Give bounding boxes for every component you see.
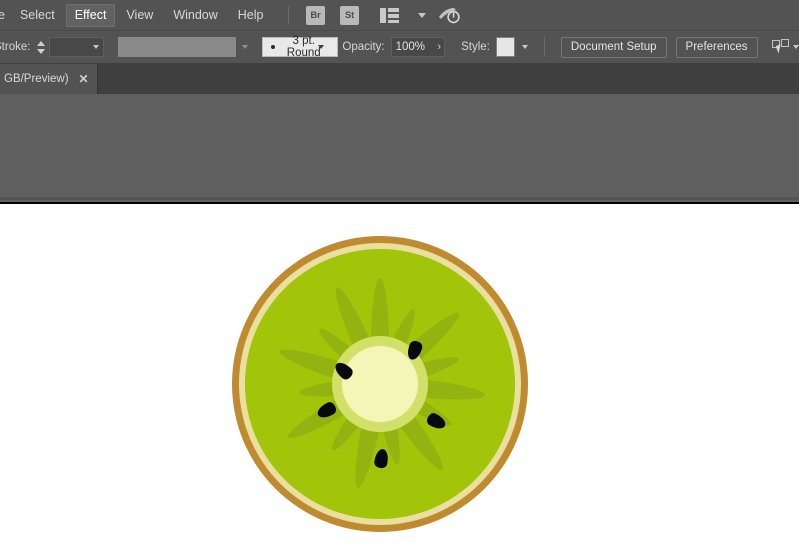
chevron-down-icon[interactable] [417,12,426,18]
style-swatch[interactable] [495,37,516,57]
menu-divider [287,6,289,24]
chevron-down-icon[interactable] [793,45,799,49]
menu-item-window[interactable]: Window [164,4,226,27]
opacity-label: Opacity: [342,41,385,53]
opacity-input[interactable]: 100% › [390,37,446,57]
arrange-documents-button[interactable] [373,5,407,26]
control-divider [544,37,545,57]
chevron-down-icon[interactable] [242,45,249,49]
menu-item-type-truncated[interactable]: e [0,4,9,27]
align-square-right-icon [780,39,789,47]
align-to-selection-icon[interactable] [771,39,789,55]
stock-icon: St [340,5,359,25]
arrange-documents-icon [380,7,399,23]
style-label: Style: [461,41,490,53]
close-icon[interactable]: ✕ [79,73,89,85]
stroke-weight-input[interactable] [49,37,104,57]
kiwi-flesh [245,249,515,519]
workspace-edge-shadow [0,197,799,200]
document-tab[interactable]: GB/Preview) ✕ [0,64,98,94]
stepper-up-icon[interactable] [36,40,45,46]
kiwi-seed [373,448,390,469]
chevron-down-icon[interactable] [318,45,325,49]
kiwi-seed [425,411,448,432]
menu-item-select[interactable]: Select [11,4,64,27]
stroke-label: Stroke: [0,41,31,53]
adobe-search-button[interactable] [438,5,460,26]
kiwi-fruit-slice-artwork[interactable] [232,236,528,532]
chevron-right-icon[interactable]: › [437,41,441,53]
stroke-profile-dropdown[interactable] [117,37,237,57]
kiwi-core [342,346,418,422]
opacity-value: 100% [395,41,426,53]
workspace-background [0,94,799,204]
stroke-weight-stepper[interactable] [36,36,45,58]
brush-definition-dropdown[interactable]: 3 pt. Round [262,35,339,59]
menu-bar: e Select Effect View Window Help Br St [0,0,799,31]
menu-item-view[interactable]: View [117,4,162,27]
document-tab-title: GB/Preview) [4,73,69,85]
preferences-button[interactable]: Preferences [675,36,758,58]
menu-item-help[interactable]: Help [229,4,273,27]
artboard-canvas[interactable] [0,206,799,543]
illustrator-window: e Select Effect View Window Help Br St S… [0,0,799,543]
document-tab-bar: GB/Preview) ✕ [0,64,799,94]
stepper-down-icon[interactable] [36,48,45,54]
search-adobe-icon [438,8,460,24]
control-bar: Stroke: 3 pt. Round Opacity: 100% › Styl… [0,31,799,64]
chevron-down-icon[interactable] [92,45,99,49]
stock-button[interactable]: St [339,5,361,26]
chevron-down-icon[interactable] [522,45,529,49]
bridge-button[interactable]: Br [305,5,327,26]
document-setup-button[interactable]: Document Setup [560,36,667,58]
bridge-icon: Br [306,5,325,25]
menu-item-effect[interactable]: Effect [65,3,116,27]
